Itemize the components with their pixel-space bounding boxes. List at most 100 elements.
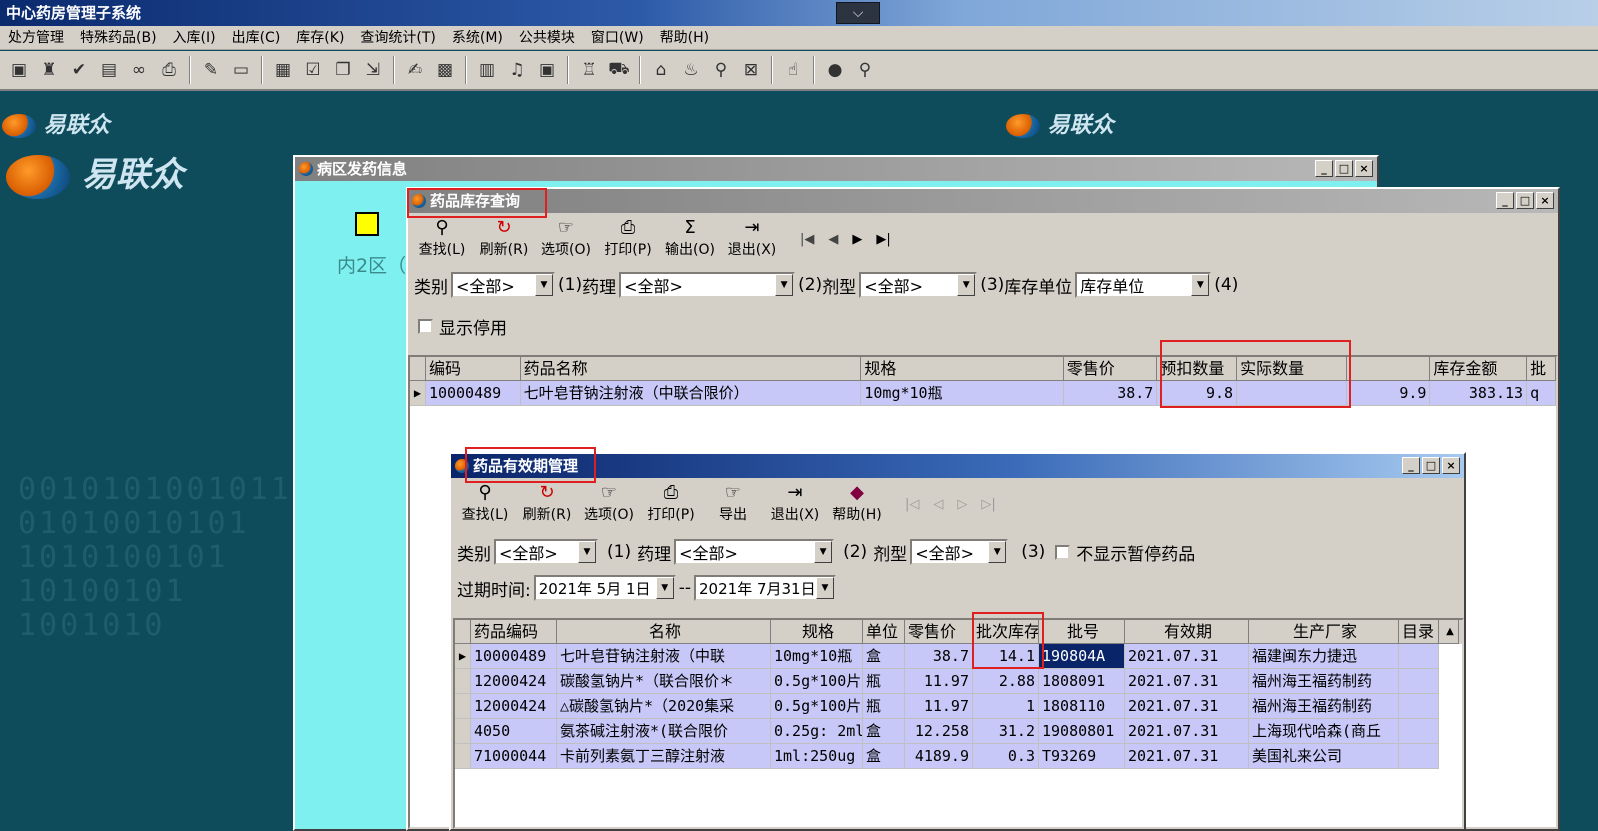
menu-item[interactable]: 特殊药品(B) (72, 26, 165, 50)
home-icon[interactable]: ▣ (6, 57, 32, 83)
next-record-icon[interactable]: ▶ (852, 232, 862, 247)
category-select[interactable]: <全部> ▼ (451, 272, 555, 298)
table-row[interactable]: 12000424 △碳酸氢钠片*（2020集采 0.5g*100片瓶 11.97 1 18… (455, 694, 1462, 719)
cell-spec[interactable]: 10mg*10瓶 (861, 381, 1064, 406)
column-header[interactable]: 名称 (557, 620, 771, 644)
next-record-icon[interactable]: ▷ (957, 497, 967, 512)
cell-name[interactable]: 七叶皂苷钠注射液（中联合限价） (520, 381, 862, 406)
cell-code[interactable]: 12000424 (471, 694, 557, 719)
stone-icon[interactable]: ● (822, 57, 848, 83)
menu-item[interactable]: 公共模块 (511, 26, 583, 50)
last-record-icon[interactable]: ▶| (876, 232, 890, 247)
cell-unit[interactable]: 盒 (863, 719, 905, 744)
cell-maker[interactable]: 美国礼来公司 (1249, 744, 1399, 769)
first-record-icon[interactable]: |◀ (800, 232, 814, 247)
last-record-icon[interactable]: ▷| (981, 497, 995, 512)
cell-maker[interactable]: 福建闽东力捷迅 (1249, 644, 1399, 669)
cell-unit[interactable]: 瓶 (863, 669, 905, 694)
close-button[interactable]: × (1442, 457, 1460, 474)
cell-spec[interactable]: 1ml:250ug (771, 744, 863, 769)
date-to-picker[interactable]: 2021年 7月31日 ▼ (694, 575, 837, 601)
print-button[interactable]: ⎙ 打印(P) (602, 217, 654, 259)
cell-price[interactable]: 11.97 (905, 694, 973, 719)
check-icon[interactable]: ✔ (66, 57, 92, 83)
notepad-icon[interactable]: ✍ (402, 57, 428, 83)
cell-spec[interactable]: 0.5g*100片 (771, 694, 863, 719)
cell-spec[interactable]: 10mg*10瓶 (771, 644, 863, 669)
find-button[interactable]: ⚲ 查找(L) (459, 482, 511, 524)
chart-icon[interactable]: ▩ (432, 57, 458, 83)
cell-batch-stock[interactable]: 2.88 (973, 669, 1039, 694)
cell-batch-stock[interactable]: 31.2 (973, 719, 1039, 744)
column-header[interactable]: 生产厂家 (1249, 620, 1399, 644)
table-row[interactable]: 4050 氨茶碱注射液*(联合限价 0.25g: 2ml 盒 12.258 31.2 190… (455, 719, 1462, 744)
cell-price[interactable]: 38.7 (905, 644, 973, 669)
binoculars-icon[interactable]: ∞ (126, 57, 152, 83)
hide-paused-checkbox[interactable] (1055, 544, 1071, 560)
exit-button[interactable]: ⇥ 退出(X) (726, 217, 778, 259)
cell-catalog[interactable] (1399, 669, 1439, 694)
edit-icon[interactable]: ✎ (198, 57, 224, 83)
menu-item[interactable]: 出库(C) (224, 26, 289, 50)
menu-item[interactable]: 处方管理 (0, 26, 72, 50)
output-button[interactable]: Σ 输出(O) (664, 217, 716, 259)
cell-name[interactable]: 七叶皂苷钠注射液（中联 (557, 644, 771, 669)
column-header[interactable]: 零售价 (1063, 357, 1158, 381)
cell-spec[interactable]: 0.25g: 2ml (771, 719, 863, 744)
stock-unit-select[interactable]: 库存单位 ▼ (1075, 272, 1212, 298)
calendar-icon[interactable]: ▣ (534, 57, 560, 83)
cell-name[interactable]: 卡前列素氨丁三醇注射液 (557, 744, 771, 769)
export-button[interactable]: ☞ 导出 (707, 482, 759, 524)
cell-expiry[interactable]: 2021.07.31 (1125, 644, 1249, 669)
column-header[interactable]: 编码 (425, 357, 521, 381)
cell-batch-stock[interactable]: 1 (973, 694, 1039, 719)
cell-actual-qty[interactable]: 9.9 (1346, 381, 1431, 406)
print-icon[interactable]: ⎙ (156, 57, 182, 83)
column-header[interactable]: 批号 (1039, 620, 1125, 644)
grid-icon[interactable]: ▥ (474, 57, 500, 83)
cell-catalog[interactable] (1399, 744, 1439, 769)
cell-expiry[interactable]: 2021.07.31 (1125, 694, 1249, 719)
refresh-button[interactable]: ↻ 刷新(R) (521, 482, 573, 524)
cell-price[interactable]: 38.7 (1063, 381, 1158, 406)
cell-expiry[interactable]: 2021.07.31 (1125, 669, 1249, 694)
column-header[interactable]: 有效期 (1125, 620, 1249, 644)
options-button[interactable]: ☞ 选项(O) (540, 217, 592, 259)
cell-catalog[interactable] (1399, 719, 1439, 744)
truck-icon[interactable]: ⛟ (606, 57, 632, 83)
bell-icon[interactable]: ♫ (504, 57, 530, 83)
cell-code[interactable]: 4050 (471, 719, 557, 744)
menu-item[interactable]: 窗口(W) (583, 26, 652, 50)
column-header[interactable]: 药品编码 (471, 620, 557, 644)
menu-item[interactable]: 库存(K) (288, 26, 352, 50)
document-icon[interactable]: ▤ (96, 57, 122, 83)
cell-batch-no[interactable]: 190804A (1039, 644, 1125, 669)
minimize-button[interactable]: _ (1402, 457, 1420, 474)
cell-maker[interactable]: 福州海王福药制药 (1249, 694, 1399, 719)
menu-item[interactable]: 入库(I) (165, 26, 224, 50)
close-button[interactable]: × (1355, 160, 1373, 177)
menu-item[interactable]: 查询统计(T) (352, 26, 443, 50)
table-row[interactable]: ▶ 10000489 七叶皂苷钠注射液（中联 10mg*10瓶盒 38.7 14.1 190… (455, 644, 1462, 669)
export-icon[interactable]: ⇲ (360, 57, 386, 83)
copy-icon[interactable]: ❐ (330, 57, 356, 83)
minimize-button[interactable]: _ (1315, 160, 1333, 177)
cell-batch-no[interactable]: 1808110 (1039, 694, 1125, 719)
column-header[interactable] (1346, 357, 1431, 381)
options-button[interactable]: ☞ 选项(O) (583, 482, 635, 524)
scroll-up-icon[interactable]: ▲ (1439, 620, 1459, 644)
dosage-form-select[interactable]: <全部> ▼ (910, 539, 1009, 565)
cell-code[interactable]: 10000489 (471, 644, 557, 669)
thermometer-icon[interactable]: ♨ (678, 57, 704, 83)
cell-unit[interactable]: 盒 (863, 644, 905, 669)
cell-maker[interactable]: 上海现代哈森(商丘 (1249, 719, 1399, 744)
column-header[interactable]: 库存金额 (1430, 357, 1528, 381)
find-button[interactable]: ⚲ 查找(L) (416, 217, 468, 259)
table-row[interactable]: 12000424 碳酸氢钠片*（联合限价＊ 0.5g*100片瓶 11.97 2.88 1… (455, 669, 1462, 694)
cell-batch-no[interactable]: T93269 (1039, 744, 1125, 769)
column-header[interactable]: 规格 (771, 620, 863, 644)
prev-record-icon[interactable]: ◁ (933, 497, 943, 512)
first-record-icon[interactable]: |◁ (905, 497, 919, 512)
cell-batch-stock[interactable]: 0.3 (973, 744, 1039, 769)
menu-item[interactable]: 帮助(H) (652, 26, 717, 50)
